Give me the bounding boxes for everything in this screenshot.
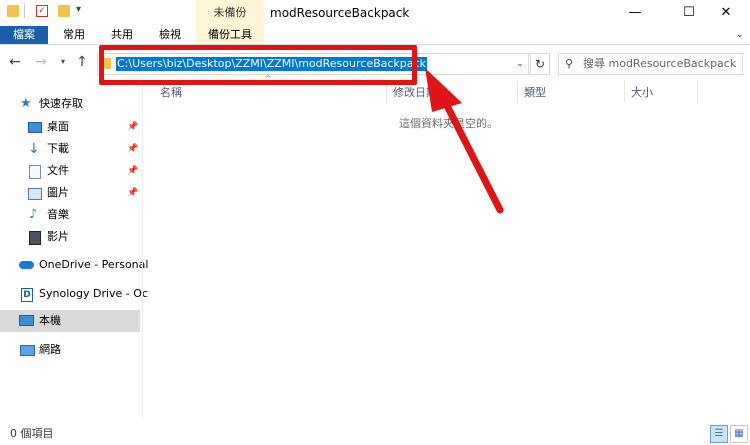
status-item-count: 0 個項目 (10, 427, 54, 440)
details-view-icon[interactable]: ☰ (710, 425, 728, 443)
annotation-arrow (425, 68, 504, 214)
large-icons-view-icon[interactable]: ▦ (730, 425, 748, 443)
arrow-head (425, 68, 462, 112)
